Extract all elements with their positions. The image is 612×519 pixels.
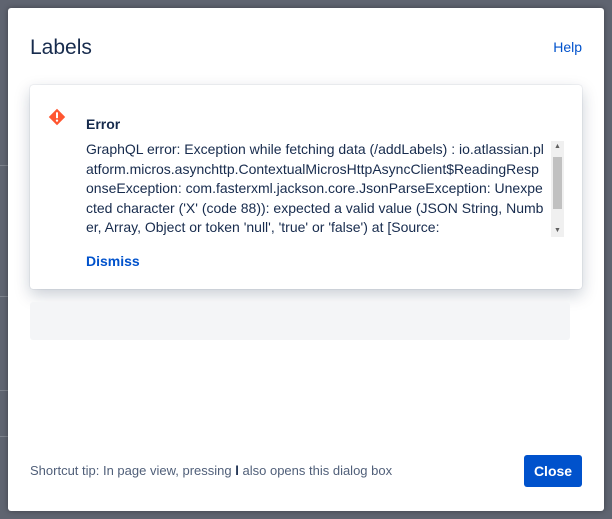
shortcut-key: l bbox=[235, 463, 239, 478]
background-fragment bbox=[0, 390, 8, 391]
shortcut-tip-suffix: also opens this dialog box bbox=[242, 463, 393, 478]
scroll-up-arrow-icon[interactable]: ▲ bbox=[551, 141, 564, 153]
error-message-scrollbar[interactable]: ▲ ▼ bbox=[551, 141, 564, 237]
scrollbar-thumb[interactable] bbox=[553, 157, 562, 209]
background-fragment bbox=[0, 436, 8, 437]
scroll-down-arrow-icon[interactable]: ▼ bbox=[551, 225, 564, 237]
help-link[interactable]: Help bbox=[553, 39, 582, 55]
background-fragment bbox=[0, 165, 8, 166]
shortcut-tip: Shortcut tip: In page view, pressing l a… bbox=[30, 463, 392, 478]
background-fragment bbox=[0, 296, 8, 297]
label-input-area[interactable] bbox=[30, 302, 570, 340]
error-icon bbox=[48, 108, 66, 126]
error-title: Error bbox=[86, 116, 121, 132]
error-message: GraphQL error: Exception while fetching … bbox=[86, 141, 544, 236]
shortcut-tip-prefix: Shortcut tip: In page view, pressing bbox=[30, 463, 232, 478]
dialog-title: Labels bbox=[30, 36, 92, 59]
labels-dialog: Labels Help Error GraphQL error: Excepti… bbox=[8, 8, 604, 511]
close-button[interactable]: Close bbox=[524, 455, 582, 487]
dismiss-button[interactable]: Dismiss bbox=[86, 253, 140, 269]
error-flag: Error GraphQL error: Exception while fet… bbox=[30, 85, 582, 289]
